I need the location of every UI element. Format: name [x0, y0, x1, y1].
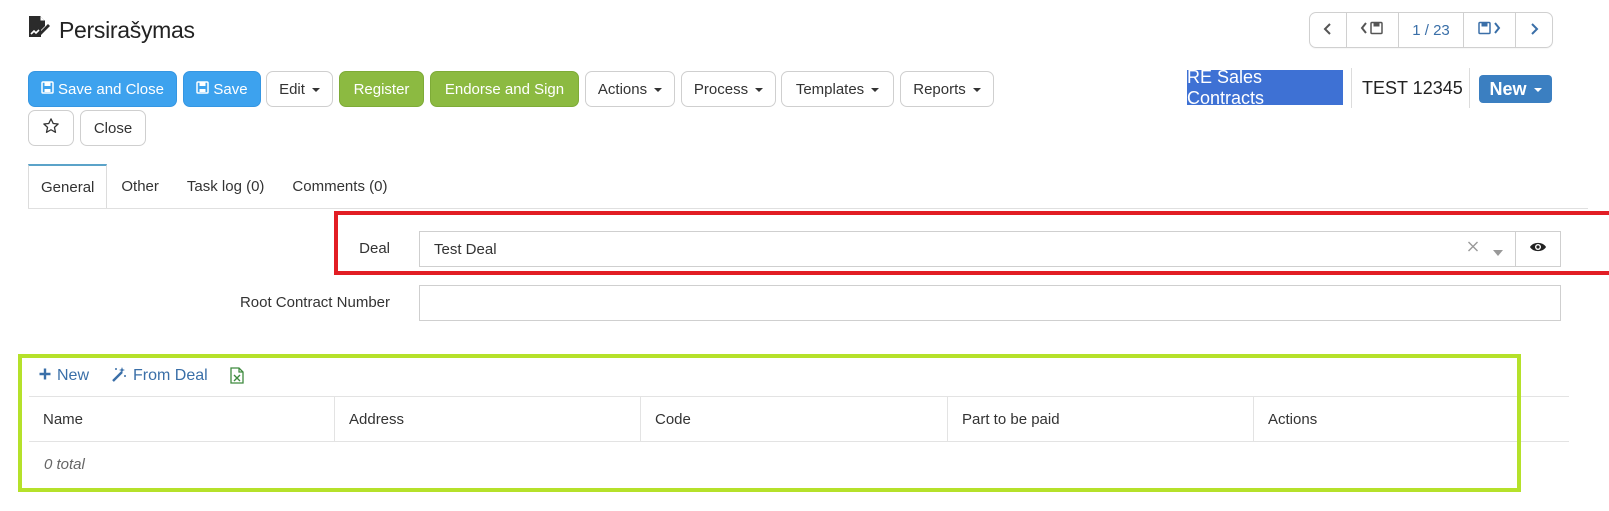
edit-label: Edit: [279, 80, 305, 98]
edit-document-icon: [27, 15, 51, 46]
register-label: Register: [353, 80, 410, 98]
new-record-button[interactable]: New: [1479, 75, 1552, 103]
endorse-label: Endorse and Sign: [444, 80, 565, 98]
caret-down-icon: [654, 88, 663, 92]
header-divider: [1469, 68, 1470, 108]
caret-down-icon: [871, 88, 880, 92]
prev-record-button[interactable]: [1310, 13, 1347, 47]
close-button[interactable]: Close: [80, 110, 146, 146]
page-title: Persirašymas: [27, 14, 195, 46]
tab-other[interactable]: Other: [107, 164, 173, 209]
save-icon: [196, 80, 210, 98]
save-previous-icon: [1360, 21, 1386, 39]
root-contract-input[interactable]: [419, 285, 1561, 321]
prev-saved-record-button[interactable]: [1347, 13, 1399, 47]
save-and-close-label: Save and Close: [58, 80, 164, 98]
tab-bar: General Other Task log (0) Comments (0): [28, 164, 401, 209]
actions-dropdown[interactable]: Actions: [585, 71, 675, 107]
annotation-box-green: [18, 354, 1521, 492]
chevron-left-icon: [1323, 22, 1333, 39]
save-and-close-button[interactable]: Save and Close: [28, 71, 177, 107]
favorite-button[interactable]: [28, 110, 74, 146]
reports-dropdown[interactable]: Reports: [900, 71, 994, 107]
save-button[interactable]: Save: [183, 71, 261, 107]
process-dropdown[interactable]: Process: [681, 71, 776, 107]
save-next-icon: [1477, 21, 1503, 39]
edit-dropdown[interactable]: Edit: [266, 71, 333, 107]
caret-down-icon: [311, 88, 320, 92]
root-contract-label: Root Contract Number: [239, 294, 390, 311]
endorse-and-sign-button[interactable]: Endorse and Sign: [430, 71, 579, 107]
tabs-divider: [28, 208, 1588, 209]
save-label: Save: [213, 80, 248, 98]
register-button[interactable]: Register: [339, 71, 424, 107]
chevron-right-icon: [1529, 22, 1539, 39]
close-label: Close: [93, 119, 133, 137]
caret-down-icon: [972, 88, 981, 92]
next-record-button[interactable]: [1516, 13, 1552, 47]
process-label: Process: [693, 80, 749, 98]
caret-down-icon: [1533, 88, 1542, 92]
annotation-box-red: [334, 211, 1609, 275]
record-type-label: RE Sales Contracts: [1187, 67, 1343, 108]
reports-label: Reports: [913, 80, 966, 98]
actions-label: Actions: [597, 80, 648, 98]
templates-dropdown[interactable]: Templates: [781, 71, 894, 107]
next-saved-record-button[interactable]: [1464, 13, 1516, 47]
templates-label: Templates: [795, 80, 865, 98]
new-record-label: New: [1489, 78, 1527, 99]
caret-down-icon: [755, 88, 764, 92]
record-name: TEST 12345: [1362, 77, 1463, 98]
tab-comments[interactable]: Comments (0): [278, 164, 401, 209]
page-title-text: Persirašymas: [59, 16, 195, 43]
header-divider: [1351, 68, 1352, 108]
tab-task-log[interactable]: Task log (0): [173, 164, 279, 209]
record-position: 1 / 23: [1399, 13, 1464, 47]
save-icon: [41, 80, 54, 98]
record-pager: 1 / 23: [1309, 12, 1553, 48]
tab-general[interactable]: General: [28, 164, 108, 209]
star-icon: [42, 117, 60, 139]
